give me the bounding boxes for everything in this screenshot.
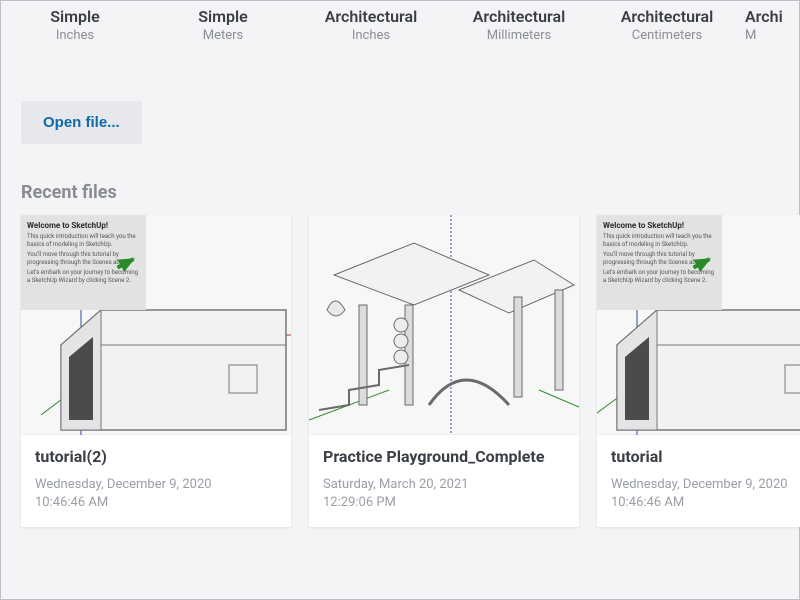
file-title: tutorial bbox=[611, 447, 800, 466]
template-title: Simple bbox=[149, 7, 297, 26]
recent-file-card[interactable]: Welcome to SketchUp! This quick introduc… bbox=[597, 215, 800, 527]
template-strip: Simple Inches Simple Meters Architectura… bbox=[1, 1, 799, 51]
template-arch-cut[interactable]: Archi M bbox=[741, 7, 800, 43]
file-meta: Practice Playground_Complete Saturday, M… bbox=[309, 435, 579, 527]
template-sub: Meters bbox=[149, 28, 297, 43]
template-sub: M bbox=[745, 28, 800, 43]
file-meta: tutorial Wednesday, December 9, 2020 10:… bbox=[597, 435, 800, 527]
template-simple-meters[interactable]: Simple Meters bbox=[149, 7, 297, 43]
file-meta: tutorial(2) Wednesday, December 9, 2020 … bbox=[21, 435, 291, 527]
file-time: 10:46:46 AM bbox=[611, 494, 800, 512]
file-date: Saturday, March 20, 2021 bbox=[323, 476, 565, 494]
file-date: Wednesday, December 9, 2020 bbox=[611, 476, 800, 494]
file-time: 10:46:46 AM bbox=[35, 494, 277, 512]
template-title: Archi bbox=[745, 7, 800, 26]
file-thumbnail: Welcome to SketchUp! This quick introduc… bbox=[21, 215, 291, 435]
template-sub: Inches bbox=[1, 28, 149, 43]
recent-file-card[interactable]: Practice Playground_Complete Saturday, M… bbox=[309, 215, 579, 527]
thumbnail-overlay: Welcome to SketchUp! This quick introduc… bbox=[21, 215, 146, 310]
template-arch-mm[interactable]: Architectural Millimeters bbox=[445, 7, 593, 43]
file-title: Practice Playground_Complete bbox=[323, 447, 565, 466]
template-sub: Millimeters bbox=[445, 28, 593, 43]
file-title: tutorial(2) bbox=[35, 447, 277, 466]
file-time: 12:29:06 PM bbox=[323, 494, 565, 512]
template-title: Architectural bbox=[297, 7, 445, 26]
file-thumbnail bbox=[309, 215, 579, 435]
open-file-row: Open file... bbox=[21, 101, 799, 144]
template-sub: Inches bbox=[297, 28, 445, 43]
template-sub: Centimeters bbox=[593, 28, 741, 43]
file-date: Wednesday, December 9, 2020 bbox=[35, 476, 277, 494]
template-simple-inches[interactable]: Simple Inches bbox=[1, 7, 149, 43]
recent-files-list: Welcome to SketchUp! This quick introduc… bbox=[1, 215, 799, 527]
file-thumbnail: Welcome to SketchUp! This quick introduc… bbox=[597, 215, 800, 435]
thumbnail-overlay: Welcome to SketchUp! This quick introduc… bbox=[597, 215, 722, 310]
template-arch-cm[interactable]: Architectural Centimeters bbox=[593, 7, 741, 43]
recent-file-card[interactable]: Welcome to SketchUp! This quick introduc… bbox=[21, 215, 291, 527]
recent-files-heading: Recent files bbox=[21, 182, 799, 203]
template-title: Architectural bbox=[445, 7, 593, 26]
template-title: Architectural bbox=[593, 7, 741, 26]
template-arch-inches[interactable]: Architectural Inches bbox=[297, 7, 445, 43]
template-title: Simple bbox=[1, 7, 149, 26]
open-file-button[interactable]: Open file... bbox=[21, 101, 142, 144]
